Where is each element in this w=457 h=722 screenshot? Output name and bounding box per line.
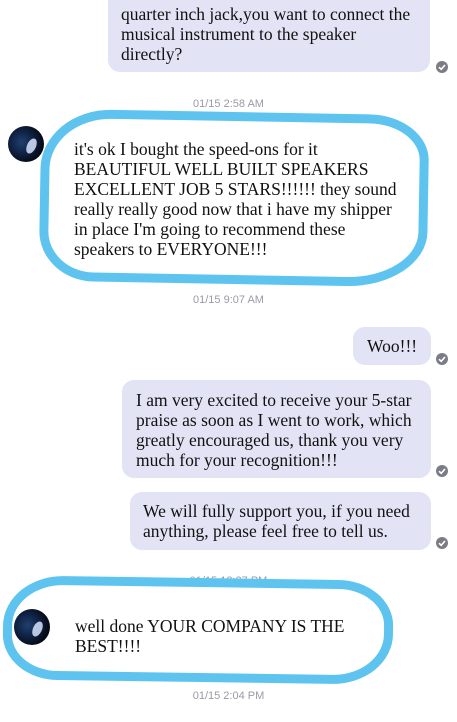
outgoing-message-bubble[interactable]: We will fully support you, if you need a… [130,492,431,550]
outgoing-message-bubble[interactable]: quarter inch jack,you want to connect th… [108,0,430,72]
contact-avatar[interactable] [8,126,44,162]
message-text: We will fully support you, if you need a… [143,501,410,541]
message-text: quarter inch jack,you want to connect th… [121,4,411,64]
outgoing-message-bubble[interactable]: Woo!!! [353,327,431,365]
timestamp: 01/15 9:07 AM [193,294,264,306]
outgoing-message-bubble[interactable]: I am very excited to receive your 5-star… [122,380,431,478]
highlight-outline [2,575,394,685]
read-receipt-checkmark-icon [436,61,448,73]
timestamp: 01/15 2:04 PM [192,690,265,702]
highlight-outline [38,108,430,288]
message-text: Woo!!! [367,336,418,356]
read-receipt-checkmark-icon [436,537,448,549]
timestamp: 01/15 2:58 AM [193,98,264,110]
message-text: I am very excited to receive your 5-star… [136,390,412,470]
read-receipt-checkmark-icon [436,353,448,365]
read-receipt-checkmark-icon [436,465,448,477]
